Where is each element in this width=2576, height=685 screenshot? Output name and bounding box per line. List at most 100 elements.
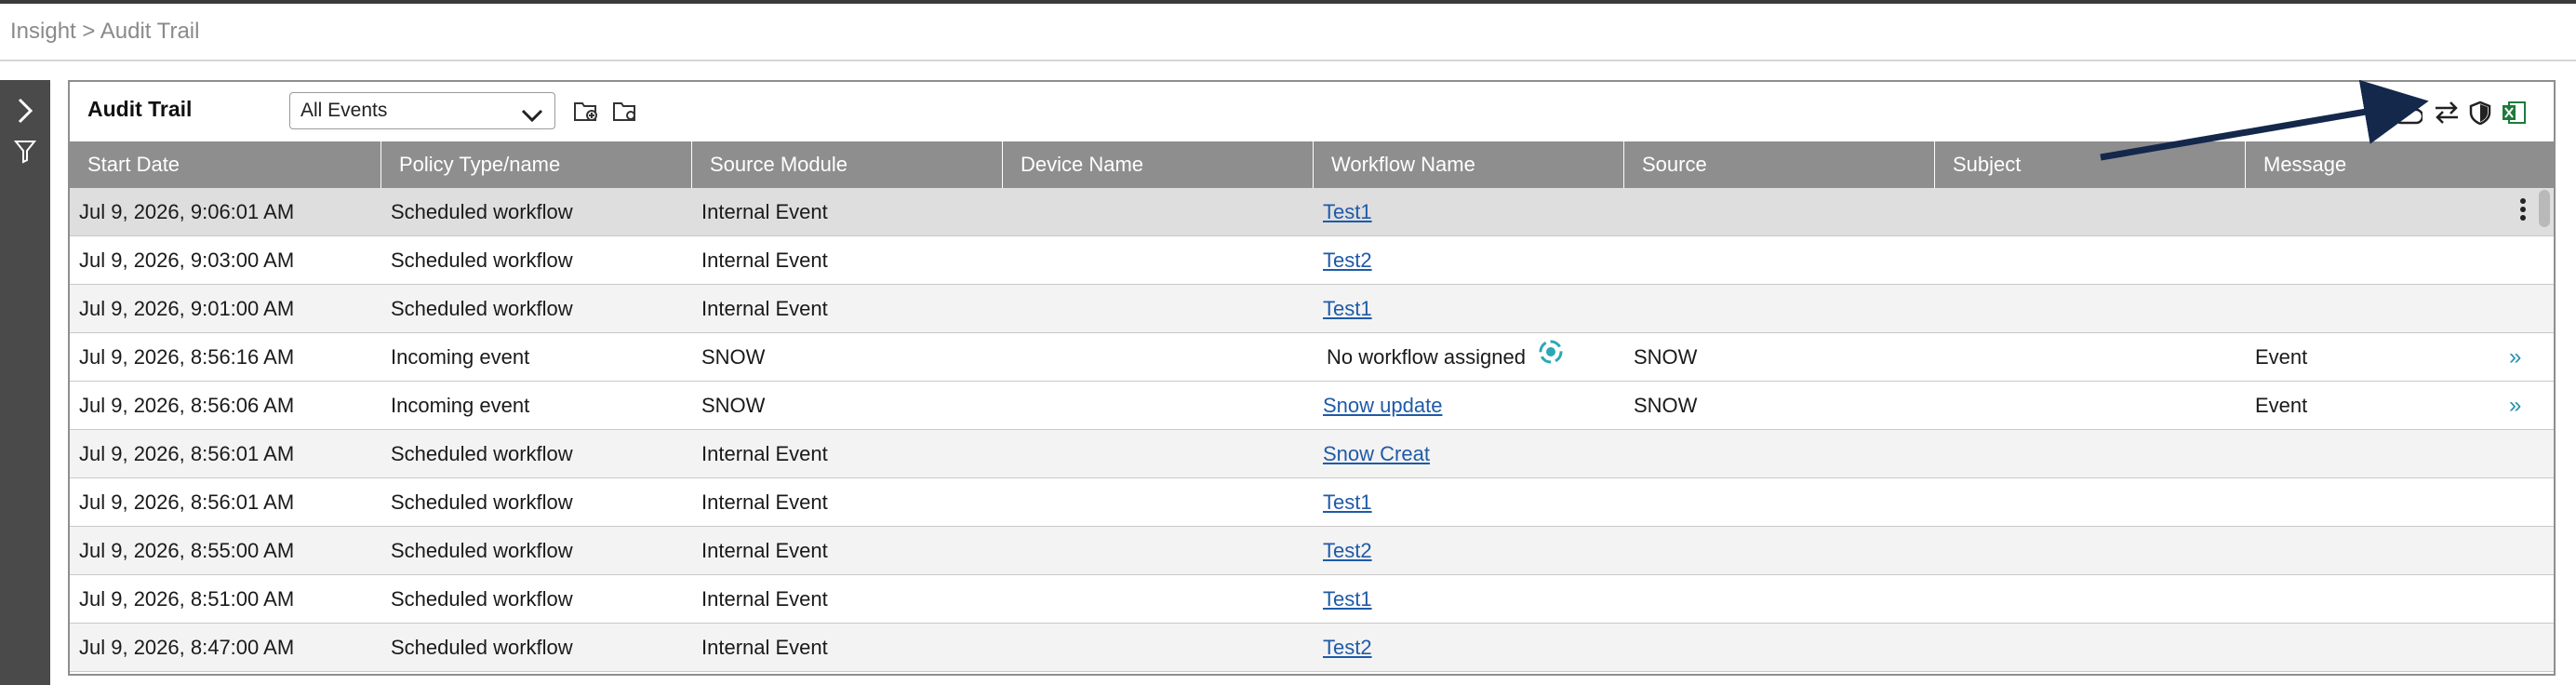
- cell-module: Internal Event: [701, 200, 828, 223]
- cell-device: [1003, 430, 1012, 477]
- cell-start-date: Jul 9, 2026, 8:55:00 AM: [79, 539, 295, 562]
- cell-policy: Scheduled workflow: [391, 539, 573, 562]
- cell-module: Internal Event: [701, 297, 828, 320]
- cell-source: [1624, 430, 1634, 477]
- cell-policy: Incoming event: [391, 394, 530, 417]
- cell-source: [1624, 624, 1634, 671]
- cell-source: SNOW: [1634, 345, 1698, 369]
- cell-message: [2246, 430, 2255, 477]
- cloud-icon[interactable]: [2395, 101, 2423, 128]
- cell-policy: Scheduled workflow: [391, 636, 573, 659]
- column-header-workflow-name[interactable]: Workflow Name: [1314, 141, 1624, 188]
- table-row[interactable]: Jul 9, 2026, 8:55:00 AM Scheduled workfl…: [70, 527, 2554, 575]
- cell-policy: Scheduled workflow: [391, 248, 573, 272]
- column-header-source[interactable]: Source: [1624, 141, 1935, 188]
- cell-source: [1624, 527, 1634, 574]
- cell-start-date: Jul 9, 2026, 8:56:01 AM: [79, 490, 295, 514]
- table-row[interactable]: Jul 9, 2026, 8:56:06 AM Incoming event S…: [70, 382, 2554, 430]
- event-filter-select[interactable]: All Events: [289, 92, 555, 129]
- column-header-message[interactable]: Message: [2246, 141, 2554, 188]
- cell-start-date: Jul 9, 2026, 8:56:01 AM: [79, 442, 295, 465]
- event-filter-value: All Events: [300, 100, 388, 121]
- cell-subject: [1935, 188, 1944, 235]
- excel-export-icon[interactable]: [2500, 99, 2528, 127]
- workflow-link[interactable]: Test1: [1323, 587, 1372, 611]
- chevron-down-icon: [521, 101, 543, 137]
- table-row[interactable]: Jul 9, 2026, 9:01:00 AM Scheduled workfl…: [70, 285, 2554, 333]
- column-header-device-name[interactable]: Device Name: [1003, 141, 1314, 188]
- table-row[interactable]: Jul 9, 2026, 8:51:00 AM Scheduled workfl…: [70, 575, 2554, 624]
- panel-title: Audit Trail: [87, 97, 193, 121]
- cell-source: [1624, 285, 1634, 332]
- window-top-border: [0, 0, 2576, 4]
- table-row[interactable]: Jul 9, 2026, 8:47:00 AM Scheduled workfl…: [70, 624, 2554, 672]
- cell-source: [1624, 236, 1634, 284]
- cell-module: SNOW: [701, 345, 766, 369]
- workflow-link[interactable]: Test2: [1323, 248, 1372, 272]
- table-header: Start Date Policy Type/name Source Modul…: [70, 141, 2554, 188]
- swap-arrows-icon[interactable]: [2433, 99, 2461, 127]
- workflow-link[interactable]: Test1: [1323, 297, 1372, 320]
- shield-icon[interactable]: [2466, 99, 2494, 127]
- table-row[interactable]: Jul 9, 2026, 9:06:01 AM Scheduled workfl…: [70, 188, 2554, 236]
- cell-start-date: Jul 9, 2026, 8:56:16 AM: [79, 345, 295, 369]
- cell-message: [2246, 188, 2255, 235]
- cell-device: [1003, 285, 1012, 332]
- cell-message: [2246, 285, 2255, 332]
- column-header-start-date[interactable]: Start Date: [70, 141, 381, 188]
- cell-start-date: Jul 9, 2026, 9:03:00 AM: [79, 248, 295, 272]
- cell-device: [1003, 478, 1012, 526]
- table-row[interactable]: Jul 9, 2026, 8:56:01 AM Scheduled workfl…: [70, 478, 2554, 527]
- workflow-link[interactable]: Test2: [1323, 539, 1372, 562]
- header-divider: [0, 60, 2576, 61]
- cell-device: [1003, 333, 1012, 381]
- cell-start-date: Jul 9, 2026, 9:06:01 AM: [79, 200, 295, 223]
- cell-module: Internal Event: [701, 490, 828, 514]
- cell-device: [1003, 382, 1012, 429]
- cell-subject: [1935, 624, 1944, 671]
- cell-module: Internal Event: [701, 539, 828, 562]
- cell-message: [2246, 478, 2255, 526]
- spinner-icon: [1537, 335, 1565, 383]
- cell-workflow-unassigned: No workflow assigned: [1327, 345, 1526, 369]
- breadcrumb: Insight > Audit Trail: [10, 19, 200, 44]
- cell-message: [2246, 575, 2255, 623]
- workflow-link[interactable]: Snow update: [1323, 394, 1442, 417]
- cell-start-date: Jul 9, 2026, 8:47:00 AM: [79, 636, 295, 659]
- cell-message: [2246, 624, 2255, 671]
- cell-source: [1624, 575, 1634, 623]
- panel-toolbar: Audit Trail All Events: [70, 82, 2554, 141]
- table-row[interactable]: Jul 9, 2026, 8:56:01 AM Scheduled workfl…: [70, 430, 2554, 478]
- workflow-link[interactable]: Test1: [1323, 490, 1372, 514]
- table-row[interactable]: Jul 9, 2026, 9:03:00 AM Scheduled workfl…: [70, 236, 2554, 285]
- table-row[interactable]: Jul 9, 2026, 8:56:16 AM Incoming event S…: [70, 333, 2554, 382]
- column-header-source-module[interactable]: Source Module: [692, 141, 1003, 188]
- cell-module: SNOW: [701, 394, 766, 417]
- column-header-subject[interactable]: Subject: [1935, 141, 2246, 188]
- filter-icon[interactable]: [7, 134, 43, 169]
- workflow-link[interactable]: Test1: [1323, 200, 1372, 223]
- cell-source: [1624, 478, 1634, 526]
- kebab-menu-icon[interactable]: [2517, 195, 2529, 227]
- double-chevron-right-icon[interactable]: »: [2509, 333, 2521, 381]
- double-chevron-right-icon[interactable]: »: [2509, 382, 2521, 429]
- cell-device: [1003, 527, 1012, 574]
- cell-module: Internal Event: [701, 248, 828, 272]
- workflow-link[interactable]: Test2: [1323, 636, 1372, 659]
- cell-device: [1003, 236, 1012, 284]
- cell-start-date: Jul 9, 2026, 8:56:06 AM: [79, 394, 295, 417]
- folder-settings-icon[interactable]: [611, 97, 639, 125]
- cell-message: [2246, 236, 2255, 284]
- cell-device: [1003, 575, 1012, 623]
- cell-source: SNOW: [1634, 394, 1698, 417]
- vertical-scrollbar[interactable]: [2539, 190, 2550, 227]
- chevron-right-icon[interactable]: [7, 93, 43, 128]
- workflow-link[interactable]: Snow Creat: [1323, 442, 1430, 465]
- cell-subject: [1935, 236, 1944, 284]
- column-header-policy-type[interactable]: Policy Type/name: [381, 141, 692, 188]
- cell-message: [2246, 527, 2255, 574]
- folder-add-icon[interactable]: [572, 97, 600, 125]
- cell-device: [1003, 624, 1012, 671]
- cell-policy: Scheduled workflow: [391, 442, 573, 465]
- cell-subject: [1935, 527, 1944, 574]
